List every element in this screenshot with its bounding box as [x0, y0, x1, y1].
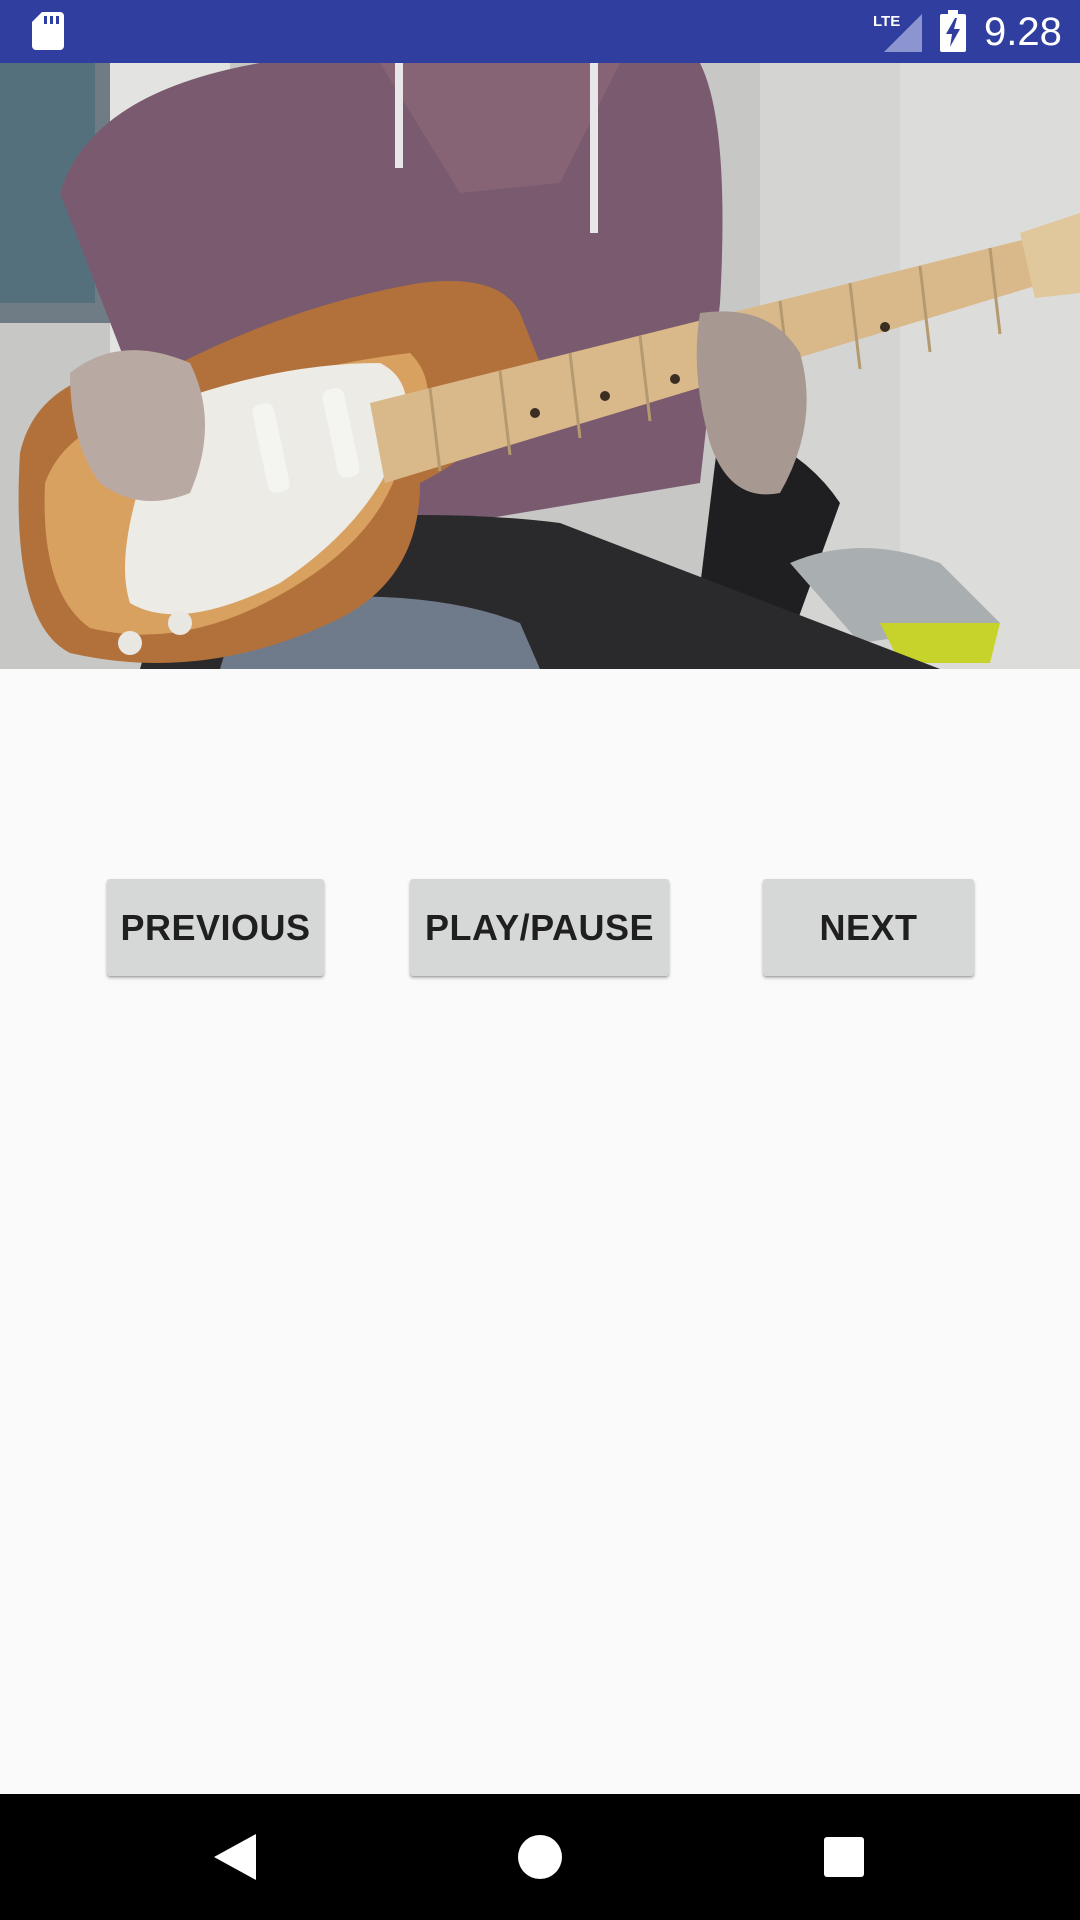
- home-icon[interactable]: [518, 1835, 562, 1879]
- status-time: 9.28: [984, 10, 1062, 54]
- previous-button[interactable]: PREVIOUS: [107, 879, 324, 976]
- sd-card-icon: [32, 12, 64, 50]
- back-icon[interactable]: [214, 1834, 256, 1880]
- next-button[interactable]: NEXT: [763, 879, 974, 976]
- lte-label: LTE: [873, 13, 900, 30]
- play-pause-button[interactable]: PLAY/PAUSE: [410, 879, 669, 976]
- lte-signal-icon: LTE: [873, 13, 922, 52]
- app-screen: LTE 9.28 PREVIOUS PLAY/PAUSE NEXT: [0, 0, 1080, 1920]
- recents-icon[interactable]: [824, 1837, 864, 1877]
- battery-charging-icon: [940, 10, 966, 52]
- video-frame: [0, 63, 1080, 669]
- status-bar: LTE 9.28: [0, 0, 1080, 63]
- video-view[interactable]: [0, 63, 1080, 669]
